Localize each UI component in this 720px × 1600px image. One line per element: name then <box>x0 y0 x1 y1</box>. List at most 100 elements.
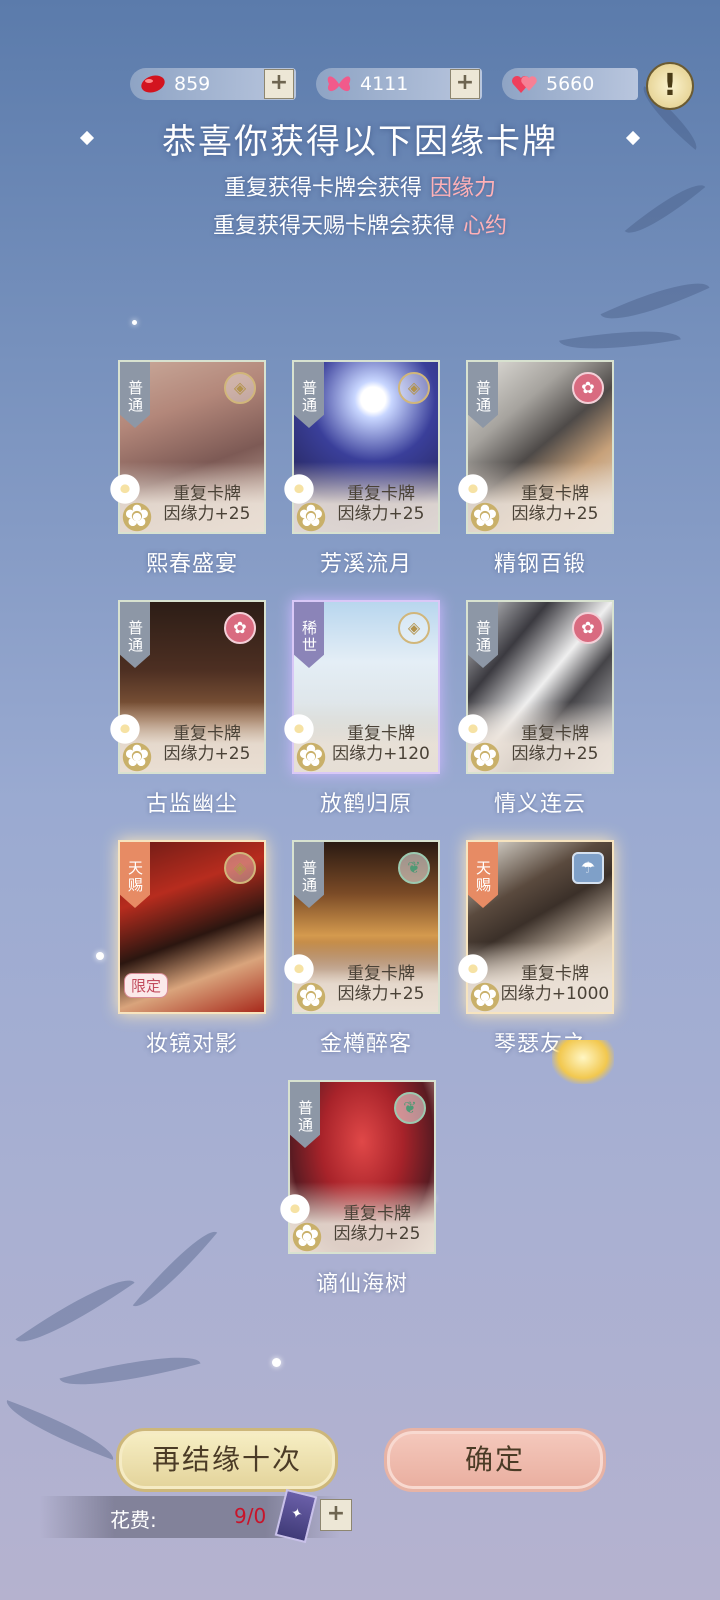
resource-butterfly: 4111 + <box>316 68 482 100</box>
card-name: 妆镜对影 <box>145 1032 238 1057</box>
resource-red-bean-value: 859 <box>174 73 211 95</box>
add-butterfly-button[interactable]: + <box>450 69 480 99</box>
card-slot[interactable]: 普通 ◈ 重复卡牌 因缘力+25 ✿ ✿ 芳溪流月 <box>282 360 440 578</box>
coin-icon: ◈ <box>398 612 430 644</box>
rarity-badge: 普通 <box>468 602 498 668</box>
duplicate-reward: 因缘力+25 <box>511 744 599 764</box>
card-slot[interactable]: 普通 ✿ 重复卡牌 因缘力+25 ✿ ✿ 情义连云 <box>456 600 614 818</box>
duplicate-label: 重复卡牌 <box>343 1204 411 1224</box>
card-name: 金樽醉客 <box>319 1032 412 1057</box>
duplicate-reward: 因缘力+25 <box>511 504 599 524</box>
card-slot[interactable]: 普通 ❦ 重复卡牌 因缘力+25 ✿ ✿ 金樽醉客 <box>282 840 440 1058</box>
duplicate-reward: 因缘力+25 <box>337 504 425 524</box>
gold-blossom-icon: ✿ <box>294 740 328 774</box>
plum-blossom-icon: ✿ <box>572 372 604 404</box>
duplicate-reward: 因缘力+120 <box>332 744 430 764</box>
draw-again-button[interactable]: 再结缘十次 <box>116 1428 338 1492</box>
gold-blossom-icon: ✿ <box>120 740 154 774</box>
duplicate-label: 重复卡牌 <box>347 724 415 744</box>
resource-red-bean: 859 + <box>130 68 296 100</box>
duplicate-info: 重复卡牌 因缘力+25 <box>326 964 436 1004</box>
card-name: 古监幽尘 <box>145 792 238 817</box>
red-bean-icon <box>138 72 168 96</box>
gold-blossom-icon: ✿ <box>468 500 502 534</box>
rarity-badge: 普通 <box>468 362 498 428</box>
card-name: 情义连云 <box>493 792 586 817</box>
rarity-badge: 普通 <box>120 362 150 428</box>
subtitle-line-1: 重复获得卡牌会获得 因缘力 <box>0 170 720 202</box>
duplicate-info: 重复卡牌 因缘力+25 <box>152 724 262 764</box>
card-slot[interactable]: 天赐 ◈ 限定 妆镜对影 <box>118 840 266 1058</box>
duplicate-reward: 因缘力+25 <box>163 744 251 764</box>
sparkle-decoration <box>96 952 104 960</box>
resource-hearts: 5660 <box>502 68 638 100</box>
cost-label: 花费: <box>110 1508 157 1532</box>
confirm-button[interactable]: 确定 <box>384 1428 606 1492</box>
umbrella-icon: ☂ <box>572 852 604 884</box>
plum-blossom-icon: ✿ <box>572 612 604 644</box>
bamboo-leaf-decoration <box>559 319 681 361</box>
resource-butterfly-value: 4111 <box>360 73 409 95</box>
subtitle-highlight: 心约 <box>463 214 508 239</box>
limited-tag: 限定 <box>124 973 169 998</box>
resource-hearts-value: 5660 <box>546 73 595 95</box>
bamboo-leaf-decoration <box>0 1400 120 1460</box>
duplicate-reward: 因缘力+1000 <box>500 984 610 1004</box>
card-slot[interactable]: 普通 ❦ 重复卡牌 因缘力+25 ✿ ✿ 谪仙海树 <box>278 1080 436 1298</box>
bamboo-leaf-decoration <box>132 1221 218 1317</box>
duplicate-label: 重复卡牌 <box>347 484 415 504</box>
gold-blossom-icon: ✿ <box>294 500 328 534</box>
card-name: 熙春盛宴 <box>145 552 238 577</box>
rarity-badge: 天赐 <box>120 842 150 908</box>
subtitle-text: 重复获得卡牌会获得 <box>223 176 422 201</box>
duplicate-label: 重复卡牌 <box>521 964 589 984</box>
card[interactable]: 天赐 ◈ 限定 <box>118 840 266 1014</box>
duplicate-info: 重复卡牌 因缘力+1000 <box>500 964 610 1004</box>
duplicate-label: 重复卡牌 <box>173 724 241 744</box>
duplicate-label: 重复卡牌 <box>521 484 589 504</box>
sparkle-decoration <box>272 1358 281 1367</box>
rarity-badge: 普通 <box>294 362 324 428</box>
card-slot[interactable]: 天赐 ☂ 重复卡牌 因缘力+1000 ✿ ✿ 琴瑟友之 <box>456 840 614 1058</box>
duplicate-info: 重复卡牌 因缘力+25 <box>322 1204 432 1244</box>
plum-blossom-icon: ✿ <box>224 612 256 644</box>
subtitle-text: 重复获得天赐卡牌会获得 <box>212 214 455 239</box>
card-name: 精钢百锻 <box>493 552 586 577</box>
add-red-bean-button[interactable]: + <box>264 69 294 99</box>
sparkle-decoration <box>132 320 137 325</box>
duplicate-info: 重复卡牌 因缘力+120 <box>326 724 436 764</box>
duplicate-label: 重复卡牌 <box>173 484 241 504</box>
card-name: 谪仙海树 <box>315 1272 408 1297</box>
card-slot[interactable]: 普通 ✿ 重复卡牌 因缘力+25 ✿ ✿ 古监幽尘 <box>108 600 266 818</box>
card-slot[interactable]: 稀世 ◈ 重复卡牌 因缘力+120 ✿ ✿ 放鹤归原 <box>282 600 440 818</box>
card-name: 放鹤归原 <box>319 792 412 817</box>
hearts-icon <box>510 72 540 96</box>
duplicate-info: 重复卡牌 因缘力+25 <box>500 724 610 764</box>
subtitle-line-2: 重复获得天赐卡牌会获得 心约 <box>0 208 720 240</box>
card-name: 芳溪流月 <box>319 552 412 577</box>
gold-blossom-icon: ✿ <box>120 500 154 534</box>
card-slot[interactable]: 普通 ◈ 重复卡牌 因缘力+25 ✿ ✿ 熙春盛宴 <box>108 360 266 578</box>
butterfly-icon <box>324 72 354 96</box>
alert-button[interactable]: ! <box>646 62 694 110</box>
leaf-icon: ❦ <box>398 852 430 884</box>
duplicate-label: 重复卡牌 <box>347 964 415 984</box>
coin-icon: ◈ <box>224 852 256 884</box>
gold-blossom-icon: ✿ <box>468 980 502 1014</box>
coin-icon: ◈ <box>224 372 256 404</box>
rarity-badge: 普通 <box>120 602 150 668</box>
duplicate-info: 重复卡牌 因缘力+25 <box>152 484 262 524</box>
bamboo-leaf-decoration <box>59 1342 201 1400</box>
cost-value: 9/0 <box>234 1504 267 1528</box>
duplicate-info: 重复卡牌 因缘力+25 <box>500 484 610 524</box>
add-ticket-button[interactable]: + <box>320 1499 352 1531</box>
lotus-lantern-icon <box>552 1040 614 1084</box>
card-slot[interactable]: 普通 ✿ 重复卡牌 因缘力+25 ✿ ✿ 精钢百锻 <box>456 360 614 578</box>
duplicate-reward: 因缘力+25 <box>163 504 251 524</box>
duplicate-info: 重复卡牌 因缘力+25 <box>326 484 436 524</box>
rarity-badge: 天赐 <box>468 842 498 908</box>
rarity-badge: 普通 <box>290 1082 320 1148</box>
gold-blossom-icon: ✿ <box>294 980 328 1014</box>
gold-blossom-icon: ✿ <box>290 1220 324 1254</box>
rarity-badge: 稀世 <box>294 602 324 668</box>
